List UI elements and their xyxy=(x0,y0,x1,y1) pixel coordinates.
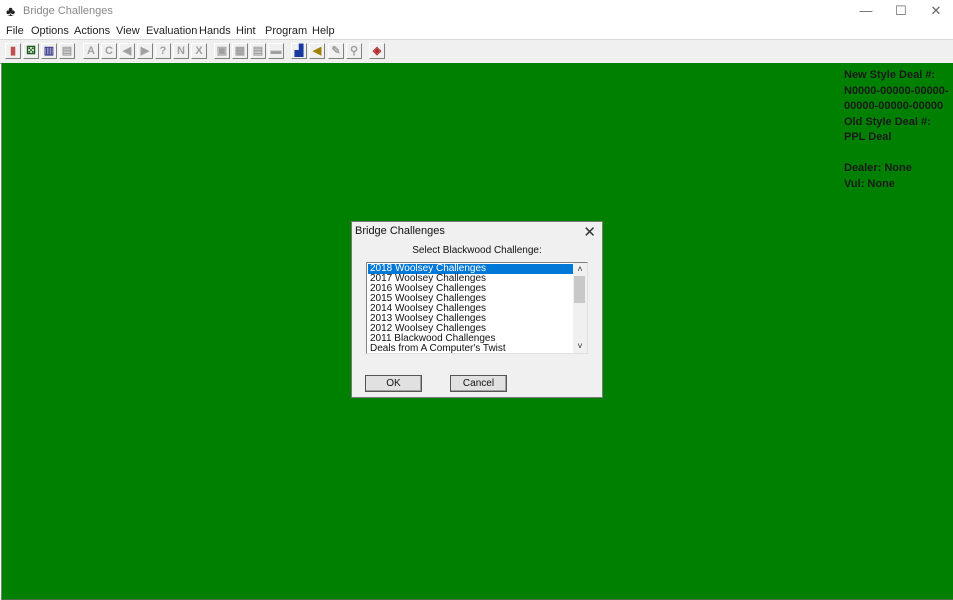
ok-button[interactable]: OK xyxy=(365,375,422,392)
arrow-left-icon: ◀ xyxy=(122,45,132,57)
layout-3-icon: ▤ xyxy=(252,45,264,57)
layout-2-icon: ▦ xyxy=(234,45,246,57)
scroll-down-icon[interactable]: ˅ xyxy=(573,341,587,352)
layout-4-button[interactable]: ▬ xyxy=(268,43,284,59)
letter-a-icon: A xyxy=(87,45,95,57)
arrow-right-icon: ▶ xyxy=(140,45,150,57)
menu-options[interactable]: Options xyxy=(31,25,69,37)
layout-3-button[interactable]: ▤ xyxy=(250,43,266,59)
card-back-icon: ▮ xyxy=(9,45,17,57)
menu-hands[interactable]: Hands xyxy=(199,25,231,37)
cancel-button[interactable]: Cancel xyxy=(450,375,507,392)
table-button[interactable]: ▤ xyxy=(59,43,75,59)
maximize-button[interactable]: ☐ xyxy=(884,0,918,23)
scroll-up-icon[interactable]: ˄ xyxy=(573,264,587,275)
letter-c-button[interactable]: C xyxy=(101,43,117,59)
menu-file[interactable]: File xyxy=(6,25,24,37)
speaker-icon: ◀ xyxy=(312,45,322,57)
bar-chart-button[interactable]: ▟ xyxy=(291,43,307,59)
magnifier-button[interactable]: ⚲ xyxy=(346,43,362,59)
arrow-left-button[interactable]: ◀ xyxy=(119,43,135,59)
bridge-challenges-dialog: Bridge Challenges ✕ Select Blackwood Cha… xyxy=(351,221,603,398)
speaker-button[interactable]: ◀ xyxy=(309,43,325,59)
x-icon: X xyxy=(195,45,203,57)
layout-4-icon: ▬ xyxy=(270,45,282,57)
vulnerability-info: Vul: None xyxy=(844,177,895,190)
layout-1-icon: ▣ xyxy=(216,45,228,57)
dealer-info: Dealer: None xyxy=(844,162,912,174)
old-style-deal-value: PPL Deal xyxy=(844,131,892,143)
menu-evaluation[interactable]: Evaluation xyxy=(146,25,197,37)
window-title: Bridge Challenges xyxy=(23,5,113,17)
club-suit-icon: ♣ xyxy=(6,3,16,19)
close-button[interactable]: ✕ xyxy=(919,0,953,23)
arrow-right-button[interactable]: ▶ xyxy=(137,43,153,59)
dice-icon: ⚄ xyxy=(26,45,36,57)
list-item[interactable]: Deals from A Computer's Twist xyxy=(368,344,576,354)
menu-program[interactable]: Program xyxy=(265,25,307,37)
challenge-listbox[interactable]: 2018 Woolsey Challenges 2017 Woolsey Cha… xyxy=(366,262,588,354)
layout-2-button[interactable]: ▦ xyxy=(232,43,248,59)
select-challenge-label: Select Blackwood Challenge: xyxy=(412,245,542,256)
new-style-deal-label: New Style Deal #: xyxy=(844,69,936,81)
toolbar: ▮ ⚄ ▥ ▤ A C ◀ ▶? N X ▣ ▦ ▤ ▬ ▟ ◀ ✎ ⚲ ◈ xyxy=(0,39,953,64)
title-bar: ♣ Bridge Challenges — ☐ ✕ xyxy=(0,0,953,23)
eye-icon: ◈ xyxy=(372,45,382,57)
minimize-button[interactable]: — xyxy=(849,0,883,23)
magnifier-icon: ⚲ xyxy=(349,45,359,57)
x-button[interactable]: X xyxy=(191,43,207,59)
columns-icon: ▥ xyxy=(43,45,55,57)
dialog-close-button[interactable]: ✕ xyxy=(583,223,596,241)
letter-n-icon: N xyxy=(177,45,185,57)
eye-button[interactable]: ◈ xyxy=(369,43,385,59)
table-icon: ▤ xyxy=(61,45,73,57)
letter-a-button[interactable]: A xyxy=(83,43,99,59)
menu-bar: File Options Actions View Evaluation Han… xyxy=(0,23,953,39)
letter-n-button[interactable]: N xyxy=(173,43,189,59)
bar-chart-icon: ▟ xyxy=(294,45,304,57)
layout-1-button[interactable]: ▣ xyxy=(214,43,230,59)
edit-icon: ✎ xyxy=(331,45,341,57)
card-back-button[interactable]: ▮ xyxy=(5,43,21,59)
menu-help[interactable]: Help xyxy=(312,25,335,37)
columns-button[interactable]: ▥ xyxy=(41,43,57,59)
old-style-deal-label: Old Style Deal #: xyxy=(844,115,931,128)
dialog-title: Bridge Challenges xyxy=(355,225,445,237)
deal-info-panel: New Style Deal #: N0000-00000-00000- 000… xyxy=(844,68,949,192)
listbox-scrollbar[interactable]: ˄ ˅ xyxy=(573,263,587,353)
menu-hint[interactable]: Hint xyxy=(236,25,256,37)
menu-actions[interactable]: Actions xyxy=(74,25,110,37)
question-icon: ? xyxy=(159,45,167,57)
scroll-thumb[interactable] xyxy=(574,276,585,303)
letter-c-icon: C xyxy=(105,45,113,57)
new-style-deal-number-2: 00000-00000-00000 xyxy=(844,100,944,112)
menu-view[interactable]: View xyxy=(116,25,140,37)
new-style-deal-number-1: N0000-00000-00000- xyxy=(844,84,949,97)
question-button[interactable]: ? xyxy=(155,43,171,59)
dice-button[interactable]: ⚄ xyxy=(23,43,39,59)
edit-button[interactable]: ✎ xyxy=(328,43,344,59)
